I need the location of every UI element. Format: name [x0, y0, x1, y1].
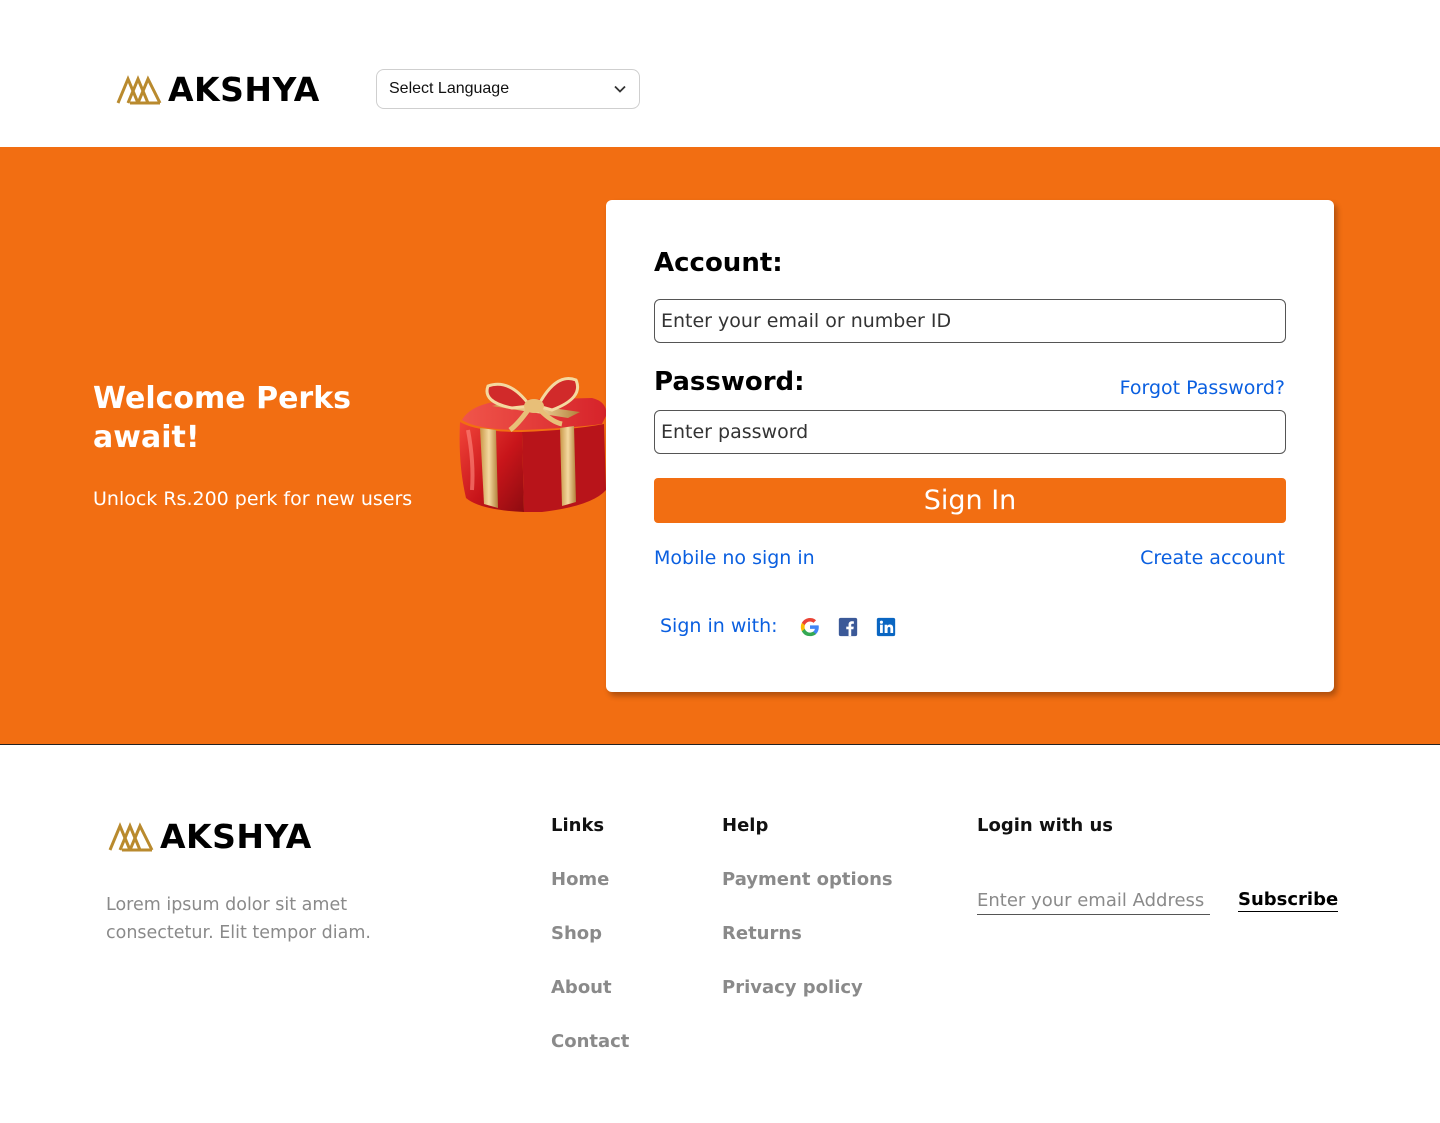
newsletter-email-input[interactable]: [977, 887, 1210, 915]
account-label: Account:: [654, 248, 783, 278]
footer-description: Lorem ipsum dolor sit amet consectetur. …: [106, 895, 371, 943]
site-header: AKSHYA Select Language: [0, 0, 1440, 147]
help-heading: Help: [722, 815, 769, 836]
language-select-value: Select Language: [389, 80, 510, 97]
welcome-title: Welcome Perks await!: [93, 381, 352, 455]
gift-box-icon: [459, 377, 607, 512]
footer-help-list: Payment options Returns Privacy policy: [722, 869, 893, 1031]
brand-name: AKSHYA: [160, 817, 312, 856]
welcome-subtitle: Unlock Rs.200 perk for new users: [93, 488, 413, 510]
footer-link-returns[interactable]: Returns: [722, 923, 893, 977]
footer-link-home[interactable]: Home: [551, 869, 629, 923]
create-account-link[interactable]: Create account: [1140, 547, 1285, 569]
header-logo[interactable]: AKSHYA: [116, 70, 320, 109]
facebook-icon[interactable]: [837, 616, 859, 638]
sign-in-with-label: Sign in with:: [660, 615, 778, 637]
forgot-password-link[interactable]: Forgot Password?: [1120, 377, 1285, 399]
linkedin-icon[interactable]: [875, 616, 897, 638]
login-card: Account: Password: Forgot Password? Sign…: [606, 200, 1334, 692]
footer-links-list: Home Shop About Contact: [551, 869, 629, 1085]
google-icon[interactable]: [799, 616, 821, 638]
logo-mark-icon: [116, 74, 162, 104]
links-heading: Links: [551, 815, 605, 836]
language-select[interactable]: Select Language: [376, 69, 640, 109]
subscribe-button[interactable]: Subscribe: [1238, 889, 1339, 912]
footer-link-payment-options[interactable]: Payment options: [722, 869, 893, 923]
brand-name: AKSHYA: [168, 70, 320, 109]
mobile-sign-in-link[interactable]: Mobile no sign in: [654, 547, 815, 569]
password-field[interactable]: [654, 410, 1286, 454]
site-footer: AKSHYA Lorem ipsum dolor sit amet consec…: [0, 745, 1440, 1123]
sign-in-button[interactable]: Sign In: [654, 478, 1286, 523]
chevron-down-icon: [614, 85, 626, 93]
footer-link-privacy-policy[interactable]: Privacy policy: [722, 977, 893, 1031]
footer-logo[interactable]: AKSHYA: [108, 817, 312, 856]
footer-link-contact[interactable]: Contact: [551, 1031, 629, 1085]
logo-mark-icon: [108, 821, 154, 851]
email-field[interactable]: [654, 299, 1286, 343]
login-heading: Login with us: [977, 815, 1113, 836]
footer-link-about[interactable]: About: [551, 977, 629, 1031]
footer-link-shop[interactable]: Shop: [551, 923, 629, 977]
password-label: Password:: [654, 367, 805, 397]
hero-section: Welcome Perks await! Unlock Rs.200 perk …: [0, 147, 1440, 745]
